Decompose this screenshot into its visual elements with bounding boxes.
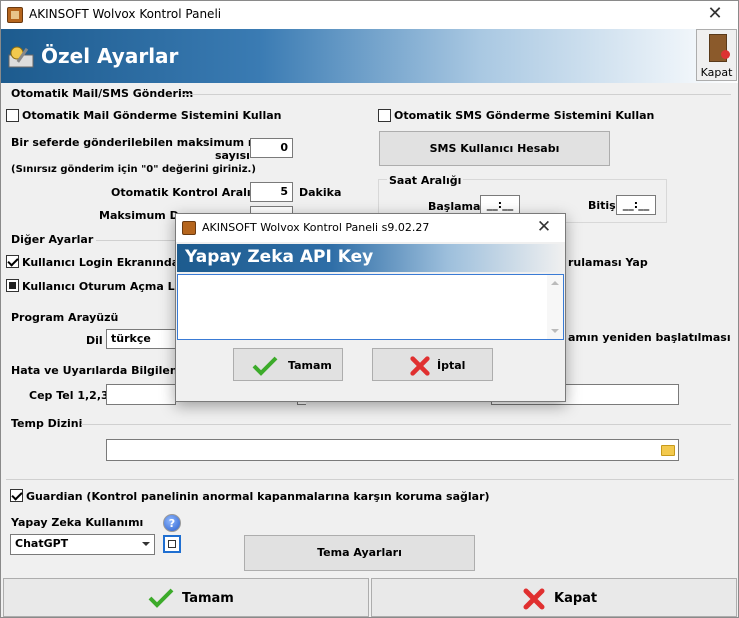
api-key-memo[interactable] [177,274,564,340]
dialog-header-title: Yapay Zeka API Key [185,247,374,267]
guardian-label: Guardian (Kontrol panelinin anormal kapa… [26,490,490,503]
max-mail-input[interactable]: 0 [250,138,293,158]
auto-sms-checkbox[interactable] [378,109,391,122]
auto-mail-checkbox[interactable] [6,109,19,122]
ok-button[interactable]: Tamam [3,578,369,617]
phone-input-2-rest[interactable] [567,384,575,405]
session-log-checkbox[interactable] [6,279,19,292]
login-screen-checkbox[interactable] [6,255,19,268]
dialog-ok-label: Tamam [288,359,332,372]
restart-note: amın yeniden başlatılması [568,331,731,344]
pause-button[interactable] [163,535,181,553]
max-mail-label: Bir seferde gönderilebilen maksimum mail [11,136,275,149]
other-section-title: Diğer Ayarlar [11,233,94,246]
folder-icon[interactable] [661,445,675,456]
check-icon [252,356,278,376]
interval-input[interactable]: 5 [250,182,293,202]
auto-sms-label: Otomatik SMS Gönderme Sistemini Kullan [394,109,655,122]
pause-icon [168,540,176,548]
exit-door-icon [709,34,730,62]
language-value: türkçe [111,332,151,345]
interval-label: Otomatik Kontrol Aralığı [111,186,263,199]
dialog-title: AKINSOFT Wolvox Kontrol Paneli s9.02.27 [202,221,430,234]
dialog-close-button[interactable]: ✕ [531,216,557,240]
ok-label: Tamam [182,591,234,606]
divider [81,424,731,425]
divider [6,479,734,480]
auto-mail-label: Otomatik Mail Gönderme Sistemini Kullan [22,109,282,122]
app-icon [7,7,23,23]
api-key-dialog: AKINSOFT Wolvox Kontrol Paneli s9.02.27 … [175,213,566,402]
unlimited-note: (Sınırsız gönderim için "0" değerini gir… [11,164,256,175]
dialog-ok-button[interactable]: Tamam [233,348,343,381]
phone-input-1[interactable] [106,384,176,405]
login-screen-label: Kullanıcı Login Ekranında Pa [22,256,199,269]
help-icon[interactable]: ? [163,514,181,532]
window-close-button[interactable]: ✕ [700,3,730,27]
dialog-title-bar: AKINSOFT Wolvox Kontrol Paneli s9.02.27 … [176,214,565,242]
divider [181,94,731,95]
start-label: Başlama [428,200,481,213]
language-select[interactable]: türkçe [106,329,176,349]
end-label: Bitiş [588,199,616,212]
max-label: Maksimum De [99,209,187,222]
ai-select[interactable]: ChatGPT [10,534,155,555]
temp-dir-input[interactable] [106,439,679,461]
lang-label: Dil [86,334,103,347]
time-range-title: Saat Aralığı [387,174,464,187]
settings-tools-icon [8,46,34,68]
header-close-label: Kapat [700,66,733,79]
temp-section-title: Temp Dizini [11,417,83,430]
ai-value: ChatGPT [15,537,69,550]
close-x-icon [410,356,430,376]
start-time-input[interactable]: __:__ [480,195,520,215]
max-mail-label-2: sayısı [215,149,250,162]
close-x-icon [523,588,545,610]
page-title: Özel Ayarlar [41,44,179,68]
login-screen-suffix: rulaması Yap [568,256,648,269]
memo-scrollbar[interactable] [547,275,563,339]
phone-label: Cep Tel 1,2,3 [29,389,109,402]
header-close-button[interactable]: Kapat [696,29,737,81]
sms-account-button[interactable]: SMS Kullanıcı Hesabı [379,131,610,166]
window-title: AKINSOFT Wolvox Kontrol Paneli [29,7,222,21]
page-header: Özel Ayarlar [1,29,738,83]
ai-label: Yapay Zeka Kullanımı [11,516,144,529]
scroll-down-icon[interactable] [551,329,559,333]
ui-section-title: Program Arayüzü [11,311,119,324]
interval-unit: Dakika [299,186,342,199]
dialog-app-icon [182,221,196,235]
check-icon [148,588,174,608]
auto-section-title: Otomatik Mail/SMS Gönderim [11,87,194,100]
session-log-label: Kullanıcı Oturum Açma Logu [22,280,198,293]
chevron-down-icon [142,542,150,546]
close-button[interactable]: Kapat [371,578,737,617]
title-bar: AKINSOFT Wolvox Kontrol Paneli ✕ [1,1,738,29]
error-section-title: Hata ve Uyarılarda Bilgilendir [11,364,195,377]
guardian-checkbox[interactable] [10,489,23,502]
dialog-header: Yapay Zeka API Key [177,244,564,272]
divider [96,240,176,241]
end-time-input[interactable]: __:__ [616,195,656,215]
scroll-up-icon[interactable] [551,281,559,285]
close-label: Kapat [554,591,598,606]
theme-settings-button[interactable]: Tema Ayarları [244,535,475,571]
dialog-cancel-label: İptal [437,359,466,372]
dialog-cancel-button[interactable]: İptal [372,348,493,381]
